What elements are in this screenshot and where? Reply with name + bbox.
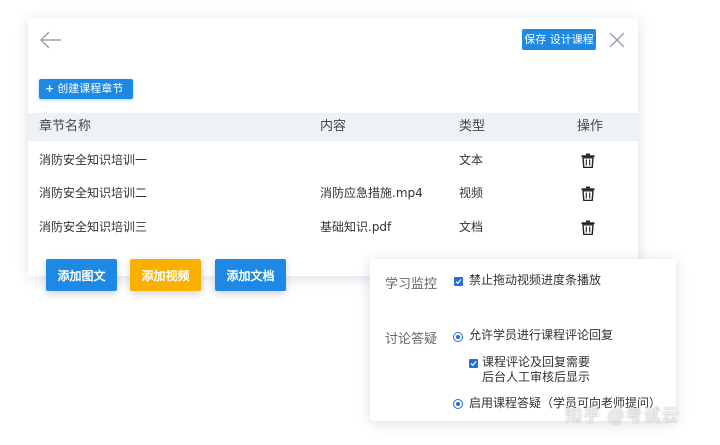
chapter-type: 文本 [459, 153, 484, 167]
course-design-card: 保存 设计课程 + 创建课程章节 章节名称 内容 类型 操作 消防安全知识培训一 … [28, 18, 638, 276]
plus-icon: + [45, 82, 55, 95]
card-toolbar: 保存 设计课程 [28, 18, 638, 62]
review-checkbox[interactable] [469, 359, 478, 368]
save-course-button[interactable]: 保存 设计课程 [522, 29, 596, 50]
table-row[interactable]: 消防安全知识培训二 消防应急措施.mp4 视频 [28, 177, 638, 210]
header-content: 内容 [320, 119, 347, 134]
allow-comment-label: 允许学员进行课程评论回复 [469, 328, 614, 342]
review-label-line1: 课程评论及回复需要 [482, 355, 591, 369]
trash-icon[interactable] [581, 153, 595, 168]
chapter-type: 视频 [459, 186, 484, 200]
header-type: 类型 [459, 119, 486, 134]
chapter-type: 文档 [459, 220, 484, 234]
close-icon[interactable] [606, 29, 628, 51]
chapter-name: 消防安全知识培训一 [39, 153, 148, 167]
enable-qa-radio[interactable] [453, 399, 463, 409]
table-header: 章节名称 内容 类型 操作 [28, 113, 638, 141]
add-video-button[interactable]: 添加视频 [130, 259, 201, 291]
allow-comment-radio[interactable] [453, 332, 463, 342]
arrow-left-icon[interactable] [38, 28, 64, 52]
review-label-line2: 后台人工审核后显示 [482, 370, 591, 384]
add-text-button[interactable]: 添加图文 [46, 259, 117, 291]
create-chapter-label: 创建课程章节 [57, 82, 124, 95]
chapter-content[interactable]: 基础知识.pdf [320, 211, 391, 244]
disable-seek-label: 禁止拖动视频进度条播放 [469, 273, 602, 287]
disable-seek-checkbox[interactable] [454, 277, 463, 286]
chapter-name: 消防安全知识培训二 [39, 186, 148, 200]
discussion-label: 讨论答疑 [385, 332, 438, 347]
watermark: 知乎 @考试云 [565, 406, 680, 426]
settings-panel: 学习监控 禁止拖动视频进度条播放 讨论答疑 允许学员进行课程评论回复 课程评论及… [370, 259, 676, 421]
chapter-content[interactable]: 消防应急措施.mp4 [320, 177, 423, 210]
table-row[interactable]: 消防安全知识培训一 文本 [28, 144, 638, 177]
trash-icon[interactable] [581, 220, 595, 235]
trash-icon[interactable] [581, 186, 595, 201]
add-document-button[interactable]: 添加文档 [215, 259, 286, 291]
header-chapter-name: 章节名称 [39, 119, 92, 134]
monitor-label: 学习监控 [385, 277, 438, 292]
table-row[interactable]: 消防安全知识培训三 基础知识.pdf 文档 [28, 211, 638, 244]
create-chapter-button[interactable]: + 创建课程章节 [39, 79, 133, 99]
chapter-name: 消防安全知识培训三 [39, 220, 148, 234]
header-actions: 操作 [577, 119, 604, 134]
